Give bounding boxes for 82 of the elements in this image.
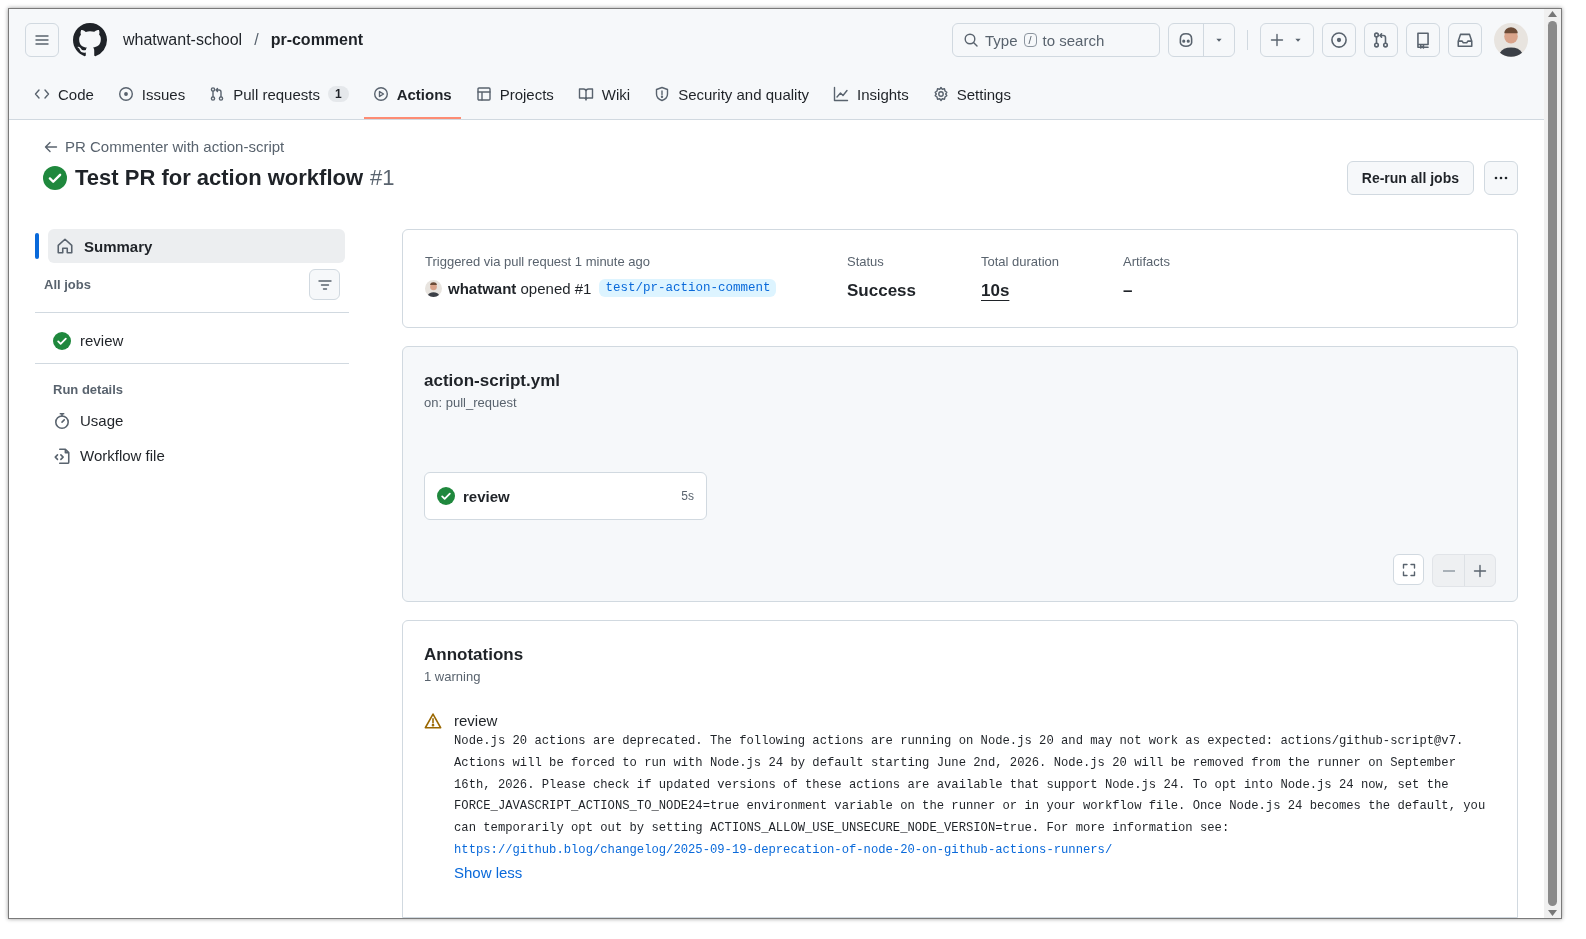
pull-request-icon bbox=[209, 86, 226, 102]
search-icon bbox=[963, 32, 979, 48]
repo-link[interactable]: pr-comment bbox=[270, 31, 364, 49]
success-icon bbox=[437, 487, 455, 505]
fullscreen-button[interactable] bbox=[1393, 554, 1424, 585]
nav-tab[interactable]: Projects bbox=[466, 71, 563, 119]
nav-tab[interactable]: Actions bbox=[363, 71, 461, 119]
field-label: Status bbox=[847, 254, 885, 269]
avatar bbox=[1494, 23, 1528, 57]
branch-label[interactable]: test/pr-action-comment bbox=[599, 279, 777, 297]
book-icon bbox=[1414, 31, 1432, 49]
job-node[interactable]: review 5s bbox=[424, 472, 707, 520]
settings-icon bbox=[932, 86, 949, 102]
nav-tab[interactable]: Security and quality bbox=[645, 71, 819, 119]
scroll-up-icon[interactable] bbox=[1548, 11, 1557, 17]
plus-icon bbox=[1472, 562, 1488, 579]
file-code-icon bbox=[53, 446, 71, 465]
repositories-button[interactable] bbox=[1406, 23, 1440, 57]
sidebar-item[interactable]: Workflow file bbox=[35, 438, 183, 473]
fullscreen-icon bbox=[1400, 561, 1417, 578]
duration-link[interactable]: 10s bbox=[981, 281, 1010, 300]
run-title: Test PR for action workflow #1 bbox=[75, 165, 396, 191]
filter-button[interactable] bbox=[309, 269, 340, 300]
circle-dot-icon bbox=[117, 86, 134, 102]
owner-link[interactable]: whatwant-school bbox=[123, 31, 243, 49]
nav-tab[interactable]: Insights bbox=[824, 71, 918, 119]
scrollbar-thumb[interactable] bbox=[1548, 21, 1557, 906]
inbox-icon bbox=[1456, 31, 1474, 49]
issues-button[interactable] bbox=[1322, 23, 1356, 57]
scroll-down-icon[interactable] bbox=[1548, 910, 1557, 916]
actor-text: whatwant opened #1 bbox=[448, 279, 592, 297]
create-button[interactable] bbox=[1260, 23, 1314, 57]
workflow-file-name: action-script.yml bbox=[424, 371, 562, 391]
status-value: Success bbox=[847, 281, 917, 301]
minus-icon bbox=[1442, 569, 1455, 572]
annotation-message: Node.js 20 actions are deprecated. The following actions are running on Node.js 20 and may not work as expected: actions/github-script@v7. Actions will be forced to run with Node.js 24 by default starting June 2nd, 2026. Node.js 20 will be removed from the runner on September 16th, 2026. Please check if updated versions of these actions are available that support Node.js 24. To opt into Node.js 24 now, set the FORCE_JAVASCRIPT_ACTIONS_TO_NODE24=true environment variable on the runner or in your workflow file. Once Node.js 24 becomes the default, you can temporarily opt out by setting ACTIONS_ALLOW_USE_UNSECURE_NODE_VERSION=true. For more information see: https://github.blog/changelog/2025-09-19-deprecation-of-node-20-on-github-actions-runners/ bbox=[454, 733, 1487, 859]
nav-tab[interactable]: Pull requests 1 bbox=[200, 71, 358, 119]
shield-icon bbox=[654, 86, 671, 102]
nav-tab[interactable]: Issues bbox=[108, 71, 195, 119]
job-item[interactable]: review bbox=[35, 323, 142, 358]
circle-dot-icon bbox=[1330, 31, 1348, 49]
plus-icon bbox=[1269, 32, 1285, 48]
workflow-trigger: on: pull_request bbox=[424, 395, 518, 410]
section-heading: All jobs bbox=[44, 277, 91, 292]
menu-icon bbox=[34, 32, 50, 48]
copilot-button[interactable] bbox=[1168, 23, 1235, 57]
menu-button[interactable] bbox=[25, 23, 59, 57]
show-less-link[interactable]: Show less bbox=[454, 863, 523, 881]
inbox-button[interactable] bbox=[1448, 23, 1482, 57]
home-icon bbox=[56, 237, 74, 255]
annotations-count: 1 warning bbox=[424, 669, 482, 684]
play-circle-icon bbox=[372, 86, 389, 102]
line-graph-icon bbox=[833, 86, 850, 102]
nav-tab[interactable]: Settings bbox=[923, 71, 1020, 119]
nav-tab[interactable]: Wiki bbox=[568, 71, 640, 119]
book-icon bbox=[577, 86, 594, 102]
trigger-text: Triggered via pull request 1 minute ago bbox=[425, 254, 651, 269]
changelog-link[interactable]: https://github.blog/changelog/2025-09-19-deprecation-of-node-20-on-github-actions-runners/ bbox=[454, 843, 1113, 857]
path-separator: / bbox=[254, 31, 259, 49]
robot-icon bbox=[1177, 31, 1195, 49]
avatar bbox=[425, 279, 442, 297]
search-field[interactable]: Type / to search bbox=[952, 23, 1160, 57]
nav-tab[interactable]: Code bbox=[25, 71, 103, 119]
success-icon bbox=[53, 331, 71, 350]
warning-icon bbox=[424, 712, 442, 730]
pull-requests-button[interactable] bbox=[1364, 23, 1398, 57]
stopwatch-icon bbox=[53, 411, 71, 430]
pull-request-icon bbox=[1372, 31, 1390, 49]
field-label: Artifacts bbox=[1123, 254, 1170, 269]
annotations-title: Annotations bbox=[424, 645, 525, 665]
back-link[interactable]: PR Commenter with action-script bbox=[65, 138, 285, 155]
rerun-button[interactable]: Re-run all jobs bbox=[1346, 161, 1474, 195]
success-icon bbox=[43, 166, 67, 190]
annotation-job: review bbox=[454, 712, 499, 729]
sidebar-item[interactable]: Usage bbox=[35, 403, 142, 438]
github-logo[interactable] bbox=[73, 23, 107, 57]
table-icon bbox=[475, 86, 492, 102]
artifacts-value: – bbox=[1123, 281, 1134, 301]
count-badge: 1 bbox=[327, 86, 349, 102]
section-heading: Run details bbox=[52, 381, 125, 399]
field-label: Total duration bbox=[981, 254, 1061, 269]
summary-item[interactable]: Summary bbox=[48, 229, 345, 263]
